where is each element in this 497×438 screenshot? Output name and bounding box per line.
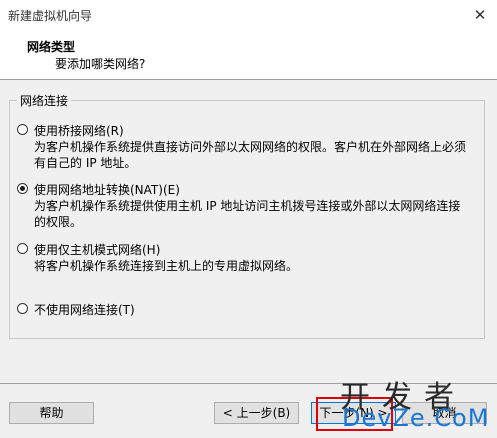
radio-host-only[interactable] xyxy=(17,243,28,254)
option-host-only-description: 将客户机操作系统连接到主机上的专用虚拟网络。 xyxy=(34,259,299,273)
group-label: 网络连接 xyxy=(17,92,72,109)
radio-bridged[interactable] xyxy=(17,124,28,135)
option-nat-description: 为客户机操作系统提供使用主机 IP 地址访问主机拨号连接或外部以太网网络连接的权… xyxy=(34,199,461,229)
window-title: 新建虚拟机向导 xyxy=(8,9,93,23)
option-nat-label[interactable]: 使用网络地址转换(NAT)(E) xyxy=(34,181,180,198)
option-host-only-label[interactable]: 使用仅主机模式网络(H) xyxy=(34,241,160,258)
footer-divider xyxy=(0,383,497,384)
cancel-button[interactable]: 取消 xyxy=(402,402,487,424)
option-bridged-label[interactable]: 使用桥接网络(R) xyxy=(34,122,124,139)
next-button-highlight xyxy=(316,397,393,431)
radio-no-network[interactable] xyxy=(17,303,28,314)
title-bar: 新建虚拟机向导 ✕ xyxy=(0,0,497,31)
back-button[interactable]: < 上一步(B) xyxy=(214,402,299,424)
wizard-header: 网络类型 要添加哪类网络? xyxy=(0,31,497,80)
option-bridged-description: 为客户机操作系统提供直接访问外部以太网网络的权限。客户机在外部网络上必须有自己的… xyxy=(34,140,467,170)
network-connection-group: 网络连接 使用桥接网络(R) 为客户机操作系统提供直接访问外部以太网网络的权限。… xyxy=(9,92,485,339)
option-no-network-label[interactable]: 不使用网络连接(T) xyxy=(34,301,135,318)
help-button[interactable]: 帮助 xyxy=(9,402,94,424)
page-title: 网络类型 xyxy=(27,40,76,54)
page-subtitle: 要添加哪类网络? xyxy=(55,57,146,71)
radio-nat[interactable] xyxy=(17,183,28,194)
close-icon[interactable]: ✕ xyxy=(467,2,493,28)
